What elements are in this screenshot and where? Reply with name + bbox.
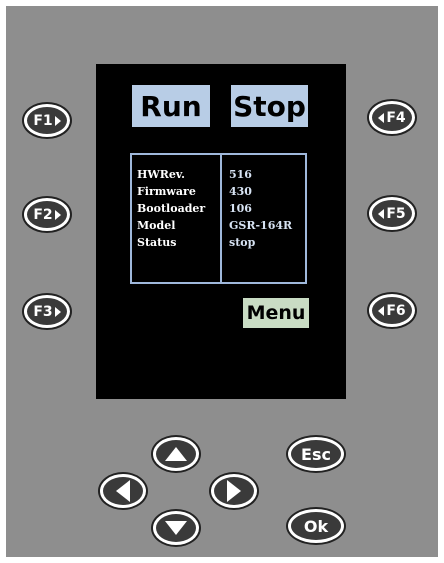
firmware-label: Firmware: [137, 185, 196, 198]
model-label: Model: [137, 219, 176, 232]
ok-label: Ok: [303, 516, 329, 536]
bootloader-label: Bootloader: [137, 202, 206, 215]
f4-key-label: F4: [386, 109, 406, 126]
triangle-right-icon: [54, 209, 61, 220]
triangle-right-icon: [54, 306, 61, 317]
triangle-left-icon: [378, 305, 385, 316]
arrow-up-icon: [165, 447, 187, 461]
f5-key[interactable]: F5: [369, 197, 415, 230]
firmware-value: 430: [229, 185, 252, 198]
hwrev-label: HWRev.: [137, 168, 186, 181]
f3-key-label: F3: [33, 303, 53, 320]
arrow-down-icon: [165, 521, 187, 535]
f1-key[interactable]: F1: [24, 104, 70, 137]
f2-key[interactable]: F2: [24, 198, 70, 231]
model-value: GSR-164R: [229, 219, 293, 232]
down-button[interactable]: [153, 511, 199, 545]
status-label: Status: [137, 236, 177, 249]
f5-key-label: F5: [386, 205, 406, 222]
stop-button[interactable]: Stop: [231, 85, 308, 127]
esc-label: Esc: [301, 444, 331, 464]
f1-key-label: F1: [33, 112, 53, 129]
hwrev-value: 516: [229, 168, 252, 181]
up-button[interactable]: [153, 437, 199, 471]
device-info-table: HWRev. Firmware Bootloader Model Status …: [130, 153, 307, 284]
triangle-right-icon: [54, 115, 61, 126]
menu-button[interactable]: Menu: [243, 298, 309, 328]
triangle-left-icon: [378, 112, 385, 123]
info-values-column: 516 430 106 GSR-164R stop: [229, 166, 292, 251]
right-button[interactable]: [211, 474, 257, 508]
ok-button[interactable]: Ok: [288, 509, 344, 543]
bootloader-value: 106: [229, 202, 252, 215]
f4-key[interactable]: F4: [369, 101, 415, 134]
f2-key-label: F2: [33, 206, 53, 223]
arrow-right-icon: [227, 480, 241, 502]
triangle-left-icon: [378, 208, 385, 219]
f6-key[interactable]: F6: [369, 294, 415, 327]
info-divider: [220, 155, 222, 282]
f3-key[interactable]: F3: [24, 295, 70, 328]
run-button[interactable]: Run: [132, 85, 210, 127]
f6-key-label: F6: [386, 302, 406, 319]
info-labels-column: HWRev. Firmware Bootloader Model Status: [137, 166, 205, 251]
left-button[interactable]: [100, 474, 146, 508]
esc-button[interactable]: Esc: [288, 437, 344, 471]
arrow-left-icon: [116, 480, 130, 502]
status-value: stop: [229, 236, 256, 249]
